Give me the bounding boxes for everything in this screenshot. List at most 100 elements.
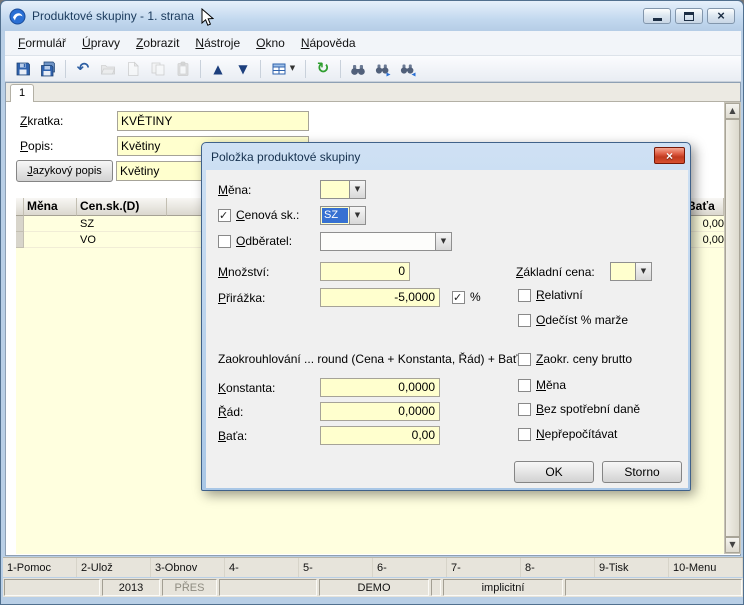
zkratka-input[interactable]: KVĚTINY bbox=[117, 111, 309, 131]
relativni-checkbox[interactable]: ✓ bbox=[518, 289, 531, 302]
menu-okno[interactable]: Okno bbox=[248, 32, 293, 54]
save-all-button[interactable] bbox=[36, 58, 60, 80]
status-bar: 2013 PŘES DEMO implicitní bbox=[3, 578, 743, 597]
cenova-sk-combo-field[interactable]: SZ bbox=[320, 206, 349, 225]
cenova-sk-combo-dropdown[interactable]: ▼ bbox=[349, 206, 366, 225]
chevron-down-icon: ▼ bbox=[441, 238, 446, 245]
vertical-scrollbar[interactable]: ▲ ▼ bbox=[724, 102, 741, 554]
bata-input[interactable]: 0,00 bbox=[320, 426, 440, 445]
cell-censk[interactable]: VO bbox=[77, 232, 167, 248]
close-button[interactable]: × bbox=[707, 8, 735, 24]
dialog-title: Položka produktové skupiny bbox=[211, 150, 360, 164]
binoculars-prev-icon bbox=[400, 61, 416, 77]
grid-header-censk[interactable]: Cen.sk.(D) bbox=[77, 198, 167, 216]
caption-buttons: × bbox=[643, 8, 735, 24]
find-previous-button[interactable] bbox=[396, 58, 420, 80]
relativni-label: Relativní bbox=[536, 288, 583, 302]
fkey-7[interactable]: 7- bbox=[447, 558, 521, 577]
row-selector[interactable] bbox=[16, 216, 24, 232]
fkey-1-pomoc[interactable]: 1-Pomoc bbox=[3, 558, 77, 577]
save-button[interactable] bbox=[11, 58, 35, 80]
chevron-down-icon: ▼ bbox=[290, 65, 295, 72]
refresh-button[interactable]: ↻ bbox=[311, 58, 335, 80]
percent-checkbox[interactable]: ✓ bbox=[452, 291, 465, 304]
zakladni-cena-combo-field[interactable] bbox=[610, 262, 635, 281]
prirazka-input[interactable]: -5,0000 bbox=[320, 288, 440, 307]
odecist-marze-checkbox[interactable]: ✓ bbox=[518, 314, 531, 327]
menu-zobrazit[interactable]: Zobrazit bbox=[128, 32, 187, 54]
find-next-button[interactable] bbox=[371, 58, 395, 80]
new-button[interactable] bbox=[121, 58, 145, 80]
fkey-3-obnov[interactable]: 3-Obnov bbox=[151, 558, 225, 577]
zakladni-cena-combo[interactable]: ▼ bbox=[610, 262, 652, 281]
odecist-marze-label: Odečíst % marže bbox=[536, 313, 628, 327]
neprepocitavat-checkbox[interactable]: ✓ bbox=[518, 428, 531, 441]
menu-napoveda[interactable]: Nápověda bbox=[293, 32, 364, 54]
menu-formular[interactable]: Formulář bbox=[10, 32, 74, 54]
paste-button[interactable] bbox=[171, 58, 195, 80]
ok-button[interactable]: OK bbox=[514, 461, 594, 483]
storno-button[interactable]: Storno bbox=[602, 461, 682, 483]
fkey-9-tisk[interactable]: 9-Tisk bbox=[595, 558, 669, 577]
scroll-up-button[interactable]: ▲ bbox=[725, 103, 740, 119]
cenova-sk-checkbox[interactable]: ✓ bbox=[218, 209, 231, 222]
cell-mena[interactable] bbox=[24, 216, 77, 232]
copy-button[interactable] bbox=[146, 58, 170, 80]
fkey-4[interactable]: 4- bbox=[225, 558, 299, 577]
mena-combo-field[interactable] bbox=[320, 180, 349, 199]
odberatel-combo[interactable]: ▼ bbox=[320, 232, 452, 251]
fkey-bar: 1-Pomoc 2-Ulož 3-Obnov 4- 5- 6- 7- 8- 9-… bbox=[3, 557, 743, 577]
mena-combo-dropdown[interactable]: ▼ bbox=[349, 180, 366, 199]
mena-combo[interactable]: ▼ bbox=[320, 180, 366, 199]
move-down-button[interactable]: ▼ bbox=[231, 58, 255, 80]
maximize-icon bbox=[684, 12, 694, 21]
find-button[interactable] bbox=[346, 58, 370, 80]
cell-mena[interactable] bbox=[24, 232, 77, 248]
odberatel-combo-field[interactable] bbox=[320, 232, 435, 251]
dialog-titlebar: Položka produktové skupiny bbox=[202, 143, 690, 170]
odberatel-label: Odběratel: bbox=[236, 234, 292, 248]
chevron-down-icon: ▼ bbox=[355, 212, 360, 219]
tab-1[interactable]: 1 bbox=[10, 84, 34, 102]
maximize-button[interactable] bbox=[675, 8, 703, 24]
rad-input[interactable]: 0,0000 bbox=[320, 402, 440, 421]
scrollbar-thumb[interactable] bbox=[725, 119, 740, 537]
minimize-icon bbox=[653, 18, 662, 21]
cenova-sk-combo[interactable]: SZ ▼ bbox=[320, 206, 366, 225]
konstanta-input[interactable]: 0,0000 bbox=[320, 378, 440, 397]
fkey-10-menu[interactable]: 10-Menu bbox=[669, 558, 743, 577]
odberatel-checkbox[interactable]: ✓ bbox=[218, 235, 231, 248]
grid-header-mena[interactable]: Měna bbox=[24, 198, 77, 216]
scroll-down-button[interactable]: ▼ bbox=[725, 537, 740, 553]
binoculars-next-icon bbox=[375, 61, 391, 77]
views-button[interactable]: ▼ bbox=[266, 58, 300, 80]
zaokr-brutto-checkbox[interactable]: ✓ bbox=[518, 353, 531, 366]
fkey-5[interactable]: 5- bbox=[299, 558, 373, 577]
demo-cell: DEMO bbox=[319, 579, 429, 596]
undo-button[interactable]: ↶ bbox=[71, 58, 95, 80]
menu-nastroje[interactable]: Nástroje bbox=[187, 32, 248, 54]
bez-spotrebni-label: Bez spotřební daně bbox=[536, 402, 640, 416]
fkey-6[interactable]: 6- bbox=[373, 558, 447, 577]
neprepocitavat-label: Nepřepočítávat bbox=[536, 427, 617, 441]
fkey-8[interactable]: 8- bbox=[521, 558, 595, 577]
menu-upravy[interactable]: Úpravy bbox=[74, 32, 128, 54]
rounding-note: Zaokrouhlování ... round (Cena + Konstan… bbox=[218, 352, 524, 366]
jazykovy-popis-button[interactable]: Jazykový popis bbox=[16, 160, 113, 182]
zakladni-cena-combo-dropdown[interactable]: ▼ bbox=[635, 262, 652, 281]
mena-option-checkbox[interactable]: ✓ bbox=[518, 379, 531, 392]
table-view-icon bbox=[271, 61, 287, 77]
mnozstvi-input[interactable]: 0 bbox=[320, 262, 410, 281]
status-cell bbox=[4, 579, 100, 596]
minimize-button[interactable] bbox=[643, 8, 671, 24]
cell-censk[interactable]: SZ bbox=[77, 216, 167, 232]
move-up-button[interactable]: ▲ bbox=[206, 58, 230, 80]
open-button[interactable] bbox=[96, 58, 120, 80]
arrow-up-icon: ▲ bbox=[213, 63, 222, 75]
dialog-close-button[interactable]: × bbox=[654, 147, 685, 164]
odberatel-combo-dropdown[interactable]: ▼ bbox=[435, 232, 452, 251]
fkey-2-uloz[interactable]: 2-Ulož bbox=[77, 558, 151, 577]
row-selector[interactable] bbox=[16, 232, 24, 248]
status-cell bbox=[431, 579, 441, 596]
bez-spotrebni-checkbox[interactable]: ✓ bbox=[518, 403, 531, 416]
